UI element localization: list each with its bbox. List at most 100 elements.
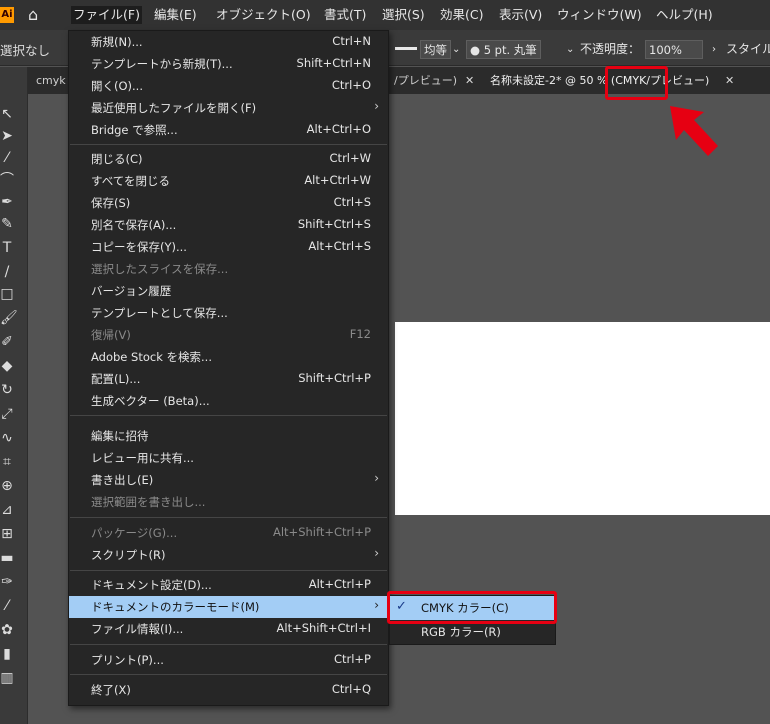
eyedropper-tool-icon[interactable]: ✑ [0, 573, 14, 591]
brush-label: 5 pt. 丸筆 [483, 43, 537, 57]
paintbrush-tool-icon[interactable]: 🖌 [0, 309, 18, 327]
menu-item-invite-to-edit[interactable]: 編集に招待 [69, 425, 388, 447]
menu-item-label: 保存(S) [91, 196, 131, 210]
menu-item-label: スクリプト(R) [91, 548, 166, 562]
rectangle-tool-icon[interactable]: □ [0, 285, 14, 303]
blend-tool-icon[interactable]: ⁄ [0, 597, 14, 615]
menu-item-shortcut: Shift+Ctrl+N [296, 56, 371, 70]
menu-item-generative-vector[interactable]: 生成ベクター (Beta)... [69, 390, 388, 412]
menu-item-label: ドキュメント設定(D)... [91, 578, 212, 592]
direct-selection-tool-icon[interactable]: ➤ [0, 127, 14, 145]
menu-item-shortcut: Shift+Ctrl+S [297, 217, 371, 231]
menu-item-export[interactable]: 書き出し(E) › [69, 469, 388, 491]
stroke-preview [395, 47, 417, 50]
menu-item-label: ファイル情報(I)... [91, 622, 184, 636]
tab-previous-preview[interactable]: /プレビュー) [394, 67, 457, 94]
curvature-tool-icon[interactable]: ✎ [0, 215, 14, 233]
annotation-highlight-cmyk [387, 591, 557, 624]
type-tool-icon[interactable]: T [0, 239, 14, 257]
menu-file[interactable]: ファイル(F) [71, 6, 142, 24]
chevron-right-icon: › [374, 546, 379, 560]
free-transform-tool-icon[interactable]: ⌗ [0, 453, 14, 471]
selection-tool-icon[interactable]: ↖ [0, 105, 14, 123]
menu-item-document-color-mode[interactable]: ドキュメントのカラーモード(M) › [69, 596, 388, 618]
menu-item-open[interactable]: 開く(O)... Ctrl+O [69, 75, 388, 97]
menu-item-shortcut: Shift+Ctrl+P [298, 371, 371, 385]
menu-item-new[interactable]: 新規(N)... Ctrl+N [69, 31, 388, 53]
eraser-tool-icon[interactable]: ◆ [0, 357, 14, 375]
home-icon[interactable]: ⌂ [28, 5, 38, 24]
menu-item-file-info[interactable]: ファイル情報(I)... Alt+Shift+Ctrl+I [69, 618, 388, 640]
graph-tool-icon[interactable]: ▮ [0, 645, 14, 663]
brush-select[interactable]: ● 5 pt. 丸筆 [466, 40, 541, 59]
menu-item-shortcut: Ctrl+S [333, 195, 371, 209]
menu-item-label: コピーを保存(Y)... [91, 240, 187, 254]
style-label[interactable]: スタイル [726, 40, 770, 59]
menu-item-print[interactable]: プリント(P)... Ctrl+P [69, 649, 388, 671]
menu-select[interactable]: 選択(S) [382, 6, 425, 24]
pen-tool-icon[interactable]: ✒ [0, 193, 14, 211]
chevron-down-icon[interactable]: ⌄ [566, 40, 574, 59]
magic-wand-tool-icon[interactable]: ⁄ [0, 149, 14, 167]
menu-item-shortcut: Ctrl+O [331, 78, 371, 92]
menu-object[interactable]: オブジェクト(O) [216, 6, 311, 24]
menu-item-label: 配置(L)... [91, 372, 141, 386]
stroke-profile-select[interactable]: 均等 [420, 40, 451, 59]
opacity-input[interactable]: 100% [645, 40, 703, 59]
opacity-label[interactable]: 不透明度： [580, 40, 640, 59]
shaper-tool-icon[interactable]: ✐ [0, 333, 14, 351]
menu-item-version-history[interactable]: バージョン履歴 [69, 280, 388, 302]
column-graph-tool-icon[interactable]: ▥ [0, 669, 14, 687]
menu-item-save[interactable]: 保存(S) Ctrl+S [69, 192, 388, 214]
artboard[interactable] [395, 322, 770, 515]
warp-tool-icon[interactable]: ∿ [0, 429, 14, 447]
menu-item-save-selected-slices: 選択したスライスを保存... [69, 258, 388, 280]
menu-item-scripts[interactable]: スクリプト(R) › [69, 544, 388, 566]
menu-item-place[interactable]: 配置(L)... Shift+Ctrl+P [69, 368, 388, 390]
perspective-grid-tool-icon[interactable]: ⊿ [0, 501, 14, 519]
close-icon[interactable]: ✕ [465, 67, 474, 94]
menu-item-shortcut: Alt+Ctrl+O [306, 122, 371, 136]
shape-builder-tool-icon[interactable]: ⊕ [0, 477, 14, 495]
lasso-tool-icon[interactable]: ⌒ [0, 171, 14, 189]
menu-item-save-copy[interactable]: コピーを保存(Y)... Alt+Ctrl+S [69, 236, 388, 258]
menu-item-package: パッケージ(G)... Alt+Shift+Ctrl+P [69, 522, 388, 544]
tab-untitled-2[interactable]: 名称未設定-2* @ 50 % (CMYK/プレビュー) [490, 67, 709, 94]
chevron-right-icon: › [374, 99, 379, 113]
submenu-item-label: RGB カラー(R) [421, 625, 501, 639]
menu-item-shortcut: Ctrl+P [333, 652, 371, 666]
menu-help[interactable]: ヘルプ(H) [656, 6, 713, 24]
menu-item-open-recent[interactable]: 最近使用したファイルを開く(F) › [69, 97, 388, 119]
symbol-sprayer-tool-icon[interactable]: ✿ [0, 621, 14, 639]
menu-edit[interactable]: 編集(E) [154, 6, 197, 24]
menu-item-label: レビュー用に共有... [91, 451, 194, 465]
tab-cmyk[interactable]: cmyk [36, 67, 66, 94]
menu-item-close-all[interactable]: すべてを閉じる Alt+Ctrl+W [69, 170, 388, 192]
menu-view[interactable]: 表示(V) [499, 6, 542, 24]
menu-item-save-as-template[interactable]: テンプレートとして保存... [69, 302, 388, 324]
mesh-tool-icon[interactable]: ⊞ [0, 525, 14, 543]
menu-effect[interactable]: 効果(C) [440, 6, 483, 24]
menu-item-search-adobe-stock[interactable]: Adobe Stock を検索... [69, 346, 388, 368]
menu-item-save-as[interactable]: 別名で保存(A)... Shift+Ctrl+S [69, 214, 388, 236]
menu-item-document-setup[interactable]: ドキュメント設定(D)... Alt+Ctrl+P [69, 574, 388, 596]
menu-window[interactable]: ウィンドウ(W) [557, 6, 642, 24]
chevron-down-icon[interactable]: ⌄ [452, 40, 460, 59]
line-tool-icon[interactable]: / [0, 263, 14, 281]
menu-item-new-from-template[interactable]: テンプレートから新規(T)... Shift+Ctrl+N [69, 53, 388, 75]
menu-item-revert: 復帰(V) F12 [69, 324, 388, 346]
menu-item-close[interactable]: 閉じる(C) Ctrl+W [69, 148, 388, 170]
menu-item-exit[interactable]: 終了(X) Ctrl+Q [69, 679, 388, 701]
menu-item-browse-in-bridge[interactable]: Bridge で参照... Alt+Ctrl+O [69, 119, 388, 141]
menu-item-share-for-review[interactable]: レビュー用に共有... [69, 447, 388, 469]
close-icon[interactable]: ✕ [725, 67, 734, 94]
scale-tool-icon[interactable]: ⤢ [0, 405, 14, 423]
chevron-right-icon: › [374, 471, 379, 485]
menu-item-label: 別名で保存(A)... [91, 218, 177, 232]
menu-type[interactable]: 書式(T) [324, 6, 366, 24]
rotate-tool-icon[interactable]: ↻ [0, 381, 14, 399]
gradient-tool-icon[interactable]: ▬ [0, 549, 14, 567]
menu-item-label: 編集に招待 [91, 429, 149, 443]
chevron-right-icon[interactable]: › [712, 40, 716, 59]
menu-item-export-selection: 選択範囲を書き出し... [69, 491, 388, 513]
